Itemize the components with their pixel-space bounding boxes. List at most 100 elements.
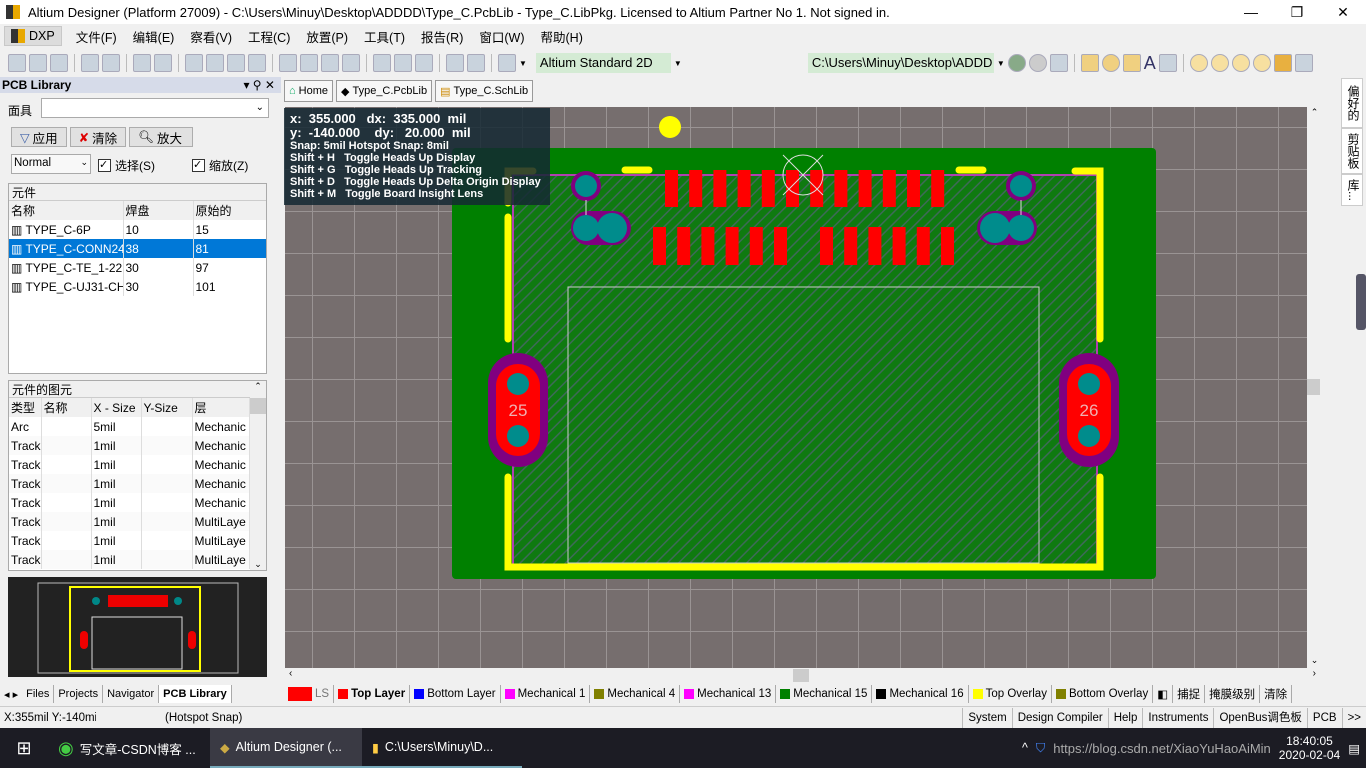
task-altium[interactable]: ◆ Altium Designer (...: [210, 728, 362, 768]
select-checkbox[interactable]: ✓ 选择(S): [98, 157, 155, 174]
zoom-button[interactable]: 🔍︎ 放大: [129, 127, 194, 147]
layer-tab[interactable]: Mechanical 15: [776, 685, 873, 703]
primitive-row[interactable]: Track 1mil MultiLaye: [9, 512, 250, 531]
copy-icon[interactable]: [300, 54, 318, 72]
col-layer[interactable]: 层: [192, 398, 250, 417]
primitive-row[interactable]: Track 1mil Mechanic: [9, 474, 250, 493]
menu-place[interactable]: 放置(P): [298, 27, 356, 46]
save-icon[interactable]: [50, 54, 68, 72]
layer-tab[interactable]: Mechanical 13: [680, 685, 777, 703]
smd-pad[interactable]: [882, 170, 896, 207]
smd-pad[interactable]: [868, 227, 882, 265]
smd-pad[interactable]: [892, 227, 906, 265]
component-row[interactable]: ▥ TYPE_C-UJ31-CH 30 101: [9, 277, 266, 296]
back-icon[interactable]: [1007, 54, 1026, 72]
undo-icon[interactable]: [446, 54, 464, 72]
task-explorer[interactable]: ▮ C:\Users\Minuy\D...: [362, 728, 522, 768]
open-icon[interactable]: [29, 54, 47, 72]
print-icon[interactable]: [81, 54, 99, 72]
smd-pad[interactable]: [701, 227, 715, 265]
layer-tab[interactable]: Mechanical 4: [590, 685, 681, 703]
clear-button[interactable]: 清除: [1260, 685, 1293, 703]
circle-icon[interactable]: [1252, 54, 1271, 72]
mask-level-button[interactable]: 掩膜级别: [1205, 685, 1261, 703]
menu-file[interactable]: 文件(F): [68, 27, 125, 46]
smd-pad[interactable]: [916, 227, 930, 265]
dxp-menu[interactable]: DXP: [4, 26, 62, 46]
vertical-scrollbar[interactable]: ⌃ ⌄: [1307, 107, 1322, 668]
coordinate-icon[interactable]: [1158, 54, 1177, 72]
panel-button[interactable]: Help: [1107, 707, 1143, 728]
horizontal-scrollbar[interactable]: ‹ ›: [285, 668, 1322, 683]
tab-libraries[interactable]: 库...: [1341, 174, 1363, 206]
move-icon[interactable]: [394, 54, 412, 72]
select-area-icon[interactable]: [373, 54, 391, 72]
smd-pad[interactable]: [941, 227, 954, 265]
redo-icon[interactable]: [467, 54, 485, 72]
smd-pad[interactable]: [677, 227, 691, 265]
side-handle[interactable]: [1356, 274, 1366, 330]
smd-pad[interactable]: [820, 227, 833, 265]
col-type[interactable]: 类型: [9, 398, 42, 417]
smd-pad[interactable]: [907, 170, 920, 207]
path-select[interactable]: C:\Users\Minuy\Desktop\ADDD: [807, 53, 994, 73]
close-button[interactable]: ✕: [1320, 0, 1366, 24]
grid-icon[interactable]: [498, 54, 516, 72]
panel-button[interactable]: Instruments: [1142, 707, 1213, 728]
mode-select[interactable]: Normal ⌄: [11, 154, 91, 174]
arc-edge-icon[interactable]: [1210, 54, 1229, 72]
zoom-fit-icon[interactable]: [227, 54, 245, 72]
arc-center-icon[interactable]: [1189, 54, 1208, 72]
tab-files[interactable]: Files: [22, 685, 55, 703]
view-mode-select[interactable]: Altium Standard 2D: [535, 53, 671, 73]
layer-tab[interactable]: Mechanical 1: [501, 685, 591, 703]
notification-icon[interactable]: ▤: [1348, 741, 1360, 756]
panel-button[interactable]: Design Compiler: [1011, 707, 1108, 728]
component-row[interactable]: ▥ TYPE_C-6P 10 15: [9, 220, 266, 239]
via-icon[interactable]: [1122, 54, 1141, 72]
tab-pcblib[interactable]: ◆ Type_C.PcbLib: [336, 80, 433, 102]
col-prim-name[interactable]: 名称: [41, 398, 92, 417]
layer-tab[interactable]: Mechanical 16: [872, 685, 969, 703]
tab-projects[interactable]: Projects: [54, 685, 104, 703]
pad-26[interactable]: 26: [1059, 353, 1119, 467]
tab-pcb-library[interactable]: PCB Library: [159, 685, 232, 703]
current-layer-indicator[interactable]: LS: [284, 685, 335, 703]
array-icon[interactable]: [1294, 54, 1313, 72]
panel-button[interactable]: OpenBus调色板: [1213, 707, 1306, 728]
layer-tab[interactable]: Bottom Layer: [410, 685, 501, 703]
shield-icon[interactable]: ⛉: [1036, 741, 1045, 756]
smd-pad[interactable]: [761, 170, 775, 207]
smd-pad[interactable]: [665, 170, 678, 207]
component-row-selected[interactable]: ▥ TYPE_C-CONN24 38 81: [9, 239, 266, 258]
pad-icon[interactable]: [1101, 54, 1120, 72]
panel-button[interactable]: PCB: [1306, 707, 1342, 728]
col-pads[interactable]: 焊盘: [123, 201, 194, 220]
cut-icon[interactable]: [279, 54, 297, 72]
layer-tab[interactable]: Bottom Overlay: [1052, 685, 1154, 703]
maximize-button[interactable]: ❐: [1274, 0, 1320, 24]
board-icon[interactable]: [154, 54, 172, 72]
apply-button[interactable]: ▽ 应用: [11, 127, 67, 147]
task-browser[interactable]: ◉ 写文章-CSDN博客 ...: [48, 728, 210, 768]
smd-pad[interactable]: [689, 170, 703, 207]
primitive-row[interactable]: Arc 5mil Mechanic: [9, 417, 250, 436]
smd-pad[interactable]: [844, 227, 858, 265]
paste-icon[interactable]: [321, 54, 339, 72]
smd-pad[interactable]: [749, 227, 763, 265]
col-name[interactable]: 名称: [9, 201, 124, 220]
tab-schlib[interactable]: ▤ Type_C.SchLib: [435, 80, 534, 102]
col-primitives[interactable]: 原始的: [193, 201, 266, 220]
menu-reports[interactable]: 报告(R): [413, 27, 471, 46]
tray-chevron-icon[interactable]: ^: [1022, 741, 1028, 755]
text-icon[interactable]: A: [1144, 53, 1156, 74]
menu-help[interactable]: 帮助(H): [533, 27, 591, 46]
line-icon[interactable]: [1080, 54, 1099, 72]
col-xsize[interactable]: X - Size: [91, 398, 142, 417]
mask-input[interactable]: ⌄: [41, 98, 269, 118]
snap-button[interactable]: 捕捉: [1173, 685, 1206, 703]
zoom-checkbox[interactable]: ✓ 缩放(Z): [192, 157, 248, 174]
clock-time[interactable]: 18:40:05: [1279, 734, 1340, 748]
menu-tools[interactable]: 工具(T): [356, 27, 413, 46]
zoom-in-icon[interactable]: [185, 54, 203, 72]
